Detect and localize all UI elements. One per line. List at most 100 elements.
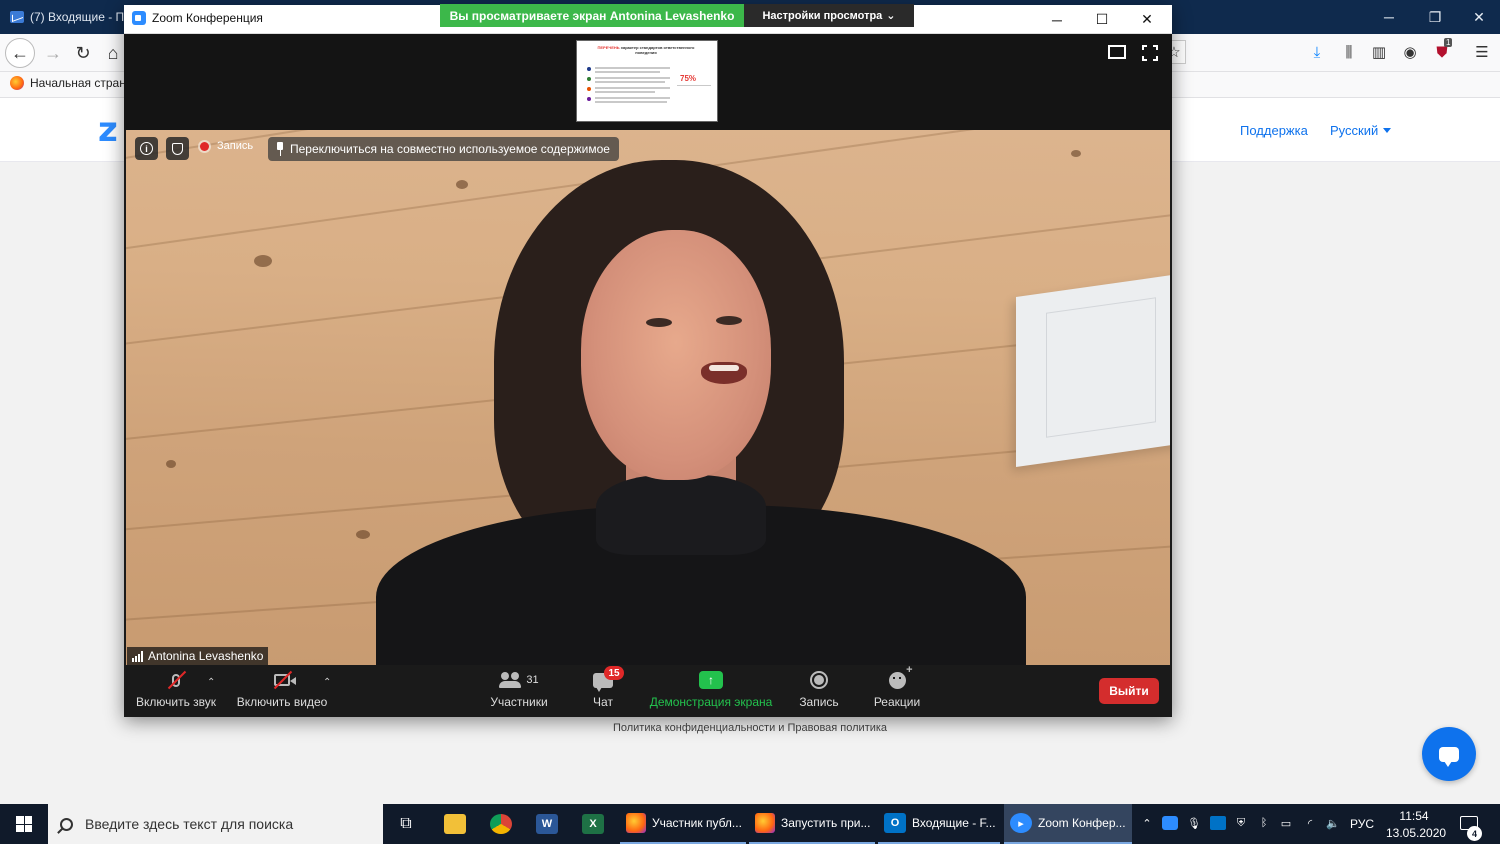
fullscreen-icon[interactable]: [1142, 45, 1158, 61]
taskbar-app-outlook[interactable]: O Входящие - F...: [878, 804, 1000, 844]
browser-tab[interactable]: (7) Входящие - П: [0, 0, 124, 34]
chat-button[interactable]: 15 Чат: [580, 666, 626, 715]
thumbnail-text-line: [595, 77, 670, 79]
start-button[interactable]: [0, 804, 48, 844]
folder-icon: [444, 814, 466, 834]
switch-to-shared-content-button[interactable]: Переключиться на совместно используемое …: [268, 137, 619, 161]
bluetooth-icon[interactable]: ᛒ: [1256, 816, 1272, 830]
microphone-icon[interactable]: 🎙: [1186, 816, 1202, 830]
taskbar-app-firefox-1[interactable]: Участник публ...: [620, 804, 746, 844]
zoom-maximize-button[interactable]: ☐: [1079, 5, 1125, 34]
leave-meeting-button[interactable]: Выйти: [1099, 678, 1159, 704]
participants-button[interactable]: 31 Участники: [484, 669, 554, 715]
downloads-button[interactable]: ⤓: [1305, 40, 1329, 64]
zoom-tray-icon[interactable]: [1162, 816, 1178, 830]
start-video-button[interactable]: Включить видео: [232, 669, 332, 715]
taskbar-search[interactable]: Введите здесь текст для поиска: [48, 804, 383, 844]
battery-icon[interactable]: ▭: [1278, 816, 1294, 830]
forward-button[interactable]: →: [38, 38, 68, 68]
language-dropdown[interactable]: Русский: [1330, 123, 1378, 138]
layout-switch-icon[interactable]: [1108, 45, 1126, 59]
unmute-label: Включить звук: [135, 695, 217, 709]
task-view-button[interactable]: ⧉: [386, 804, 426, 844]
pin-icon: [276, 142, 284, 156]
record-button[interactable]: Запись: [794, 669, 844, 715]
participant-name-label: Antonina Levashenko: [127, 647, 269, 665]
zoom-window-title: Zoom Конференция: [132, 11, 263, 25]
taskbar-word[interactable]: W: [524, 804, 570, 844]
support-chat-button[interactable]: [1422, 727, 1476, 781]
search-icon: [60, 817, 73, 831]
chat-unread-badge: 15: [604, 666, 624, 680]
thumbnail-text-line: [595, 81, 665, 83]
unmute-button[interactable]: Включить звук: [130, 669, 222, 715]
browser-close-button[interactable]: ✕: [1456, 0, 1500, 34]
taskbar-app-firefox-2[interactable]: Запустить при...: [749, 804, 875, 844]
tray-expand-icon[interactable]: ⌃: [1139, 816, 1155, 830]
sidebar-button[interactable]: ▥: [1367, 40, 1391, 64]
extension-badge: 1: [1444, 38, 1453, 47]
wifi-icon[interactable]: ◜: [1302, 816, 1318, 830]
thumbnail-text-line: [595, 97, 670, 99]
reload-button[interactable]: ↻: [68, 38, 98, 68]
audio-options-caret[interactable]: ⌃: [207, 677, 215, 688]
security-button[interactable]: [166, 137, 189, 160]
chevron-down-icon: ⌄: [886, 10, 896, 22]
firefox-icon: [626, 813, 646, 833]
bookmark-label: Начальная стран: [30, 76, 126, 90]
firefox-icon: [755, 813, 775, 833]
reactions-label: Реакции: [873, 695, 921, 709]
taskbar-file-explorer[interactable]: [432, 804, 478, 844]
reactions-button[interactable]: Реакции: [868, 664, 926, 715]
support-link[interactable]: Поддержка: [1240, 123, 1308, 138]
participants-count: 31: [526, 674, 539, 686]
shared-screen-thumbnail[interactable]: ПЕРЕЧЕНЬ характер стандартов ответственн…: [576, 40, 718, 122]
taskbar-clock[interactable]: 11:54 13.05.2020: [1386, 808, 1446, 842]
task-view-icon: ⧉: [400, 815, 412, 832]
zoom-logo[interactable]: z: [98, 110, 118, 150]
thumbnail-heading: ПЕРЕЧЕНЬ характер стандартов ответственн…: [597, 45, 695, 55]
account-icon: ◉: [1403, 44, 1417, 61]
taskbar-app-label: Участник публ...: [652, 816, 742, 830]
meeting-info-button[interactable]: i: [135, 137, 158, 160]
info-icon: i: [140, 142, 153, 155]
viewing-screen-banner: Вы просматриваете экран Antonina Levashe…: [440, 4, 744, 27]
firefox-icon: [10, 76, 24, 90]
start-video-label: Включить видео: [236, 695, 328, 709]
taskbar-chrome[interactable]: [478, 804, 524, 844]
thumbnail-bullet: [587, 77, 591, 81]
video-options-caret[interactable]: ⌃: [323, 677, 331, 688]
back-button[interactable]: ←: [5, 38, 35, 68]
hamburger-icon: ☰: [1475, 44, 1489, 61]
defender-icon[interactable]: ⛨: [1233, 816, 1249, 830]
view-options-dropdown[interactable]: Настройки просмотра ⌄: [744, 4, 914, 27]
thumbnail-text-line: [595, 91, 655, 93]
outlook-tray-icon[interactable]: [1210, 816, 1226, 830]
taskbar-excel[interactable]: X: [570, 804, 616, 844]
excel-icon: X: [582, 814, 604, 834]
share-screen-button[interactable]: ↑ Демонстрация экрана: [646, 669, 776, 715]
zoom-close-button[interactable]: ✕: [1124, 5, 1170, 34]
bookmark-item[interactable]: Начальная стран: [10, 76, 126, 90]
thumbnail-percent: 75%: [680, 74, 697, 83]
browser-minimize-button[interactable]: ─: [1366, 0, 1412, 34]
taskbar-app-label: Входящие - F...: [912, 816, 996, 830]
taskbar-app-zoom[interactable]: ▸ Zoom Конфер...: [1004, 804, 1132, 844]
thumbnail-bullet: [587, 97, 591, 101]
share-screen-label: Демонстрация экрана: [649, 695, 773, 709]
chrome-icon: [490, 814, 512, 834]
zoom-minimize-button[interactable]: ─: [1034, 5, 1080, 34]
account-button[interactable]: ◉: [1398, 40, 1422, 64]
volume-icon[interactable]: 🔈: [1325, 816, 1341, 830]
language-indicator[interactable]: РУС: [1350, 817, 1374, 831]
recording-indicator: Запись: [200, 140, 253, 152]
browser-restore-button[interactable]: ❐: [1412, 0, 1458, 34]
muted-mic-icon: [163, 669, 189, 691]
word-icon: W: [536, 814, 558, 834]
library-button[interactable]: ⫼: [1337, 40, 1361, 64]
menu-button[interactable]: ☰: [1470, 40, 1494, 64]
reload-icon: ↻: [75, 42, 91, 63]
privacy-policy-link[interactable]: Политика конфиденциальности и Правовая п…: [600, 722, 900, 734]
emoji-icon: [888, 664, 913, 689]
video-off-icon: [269, 669, 296, 691]
